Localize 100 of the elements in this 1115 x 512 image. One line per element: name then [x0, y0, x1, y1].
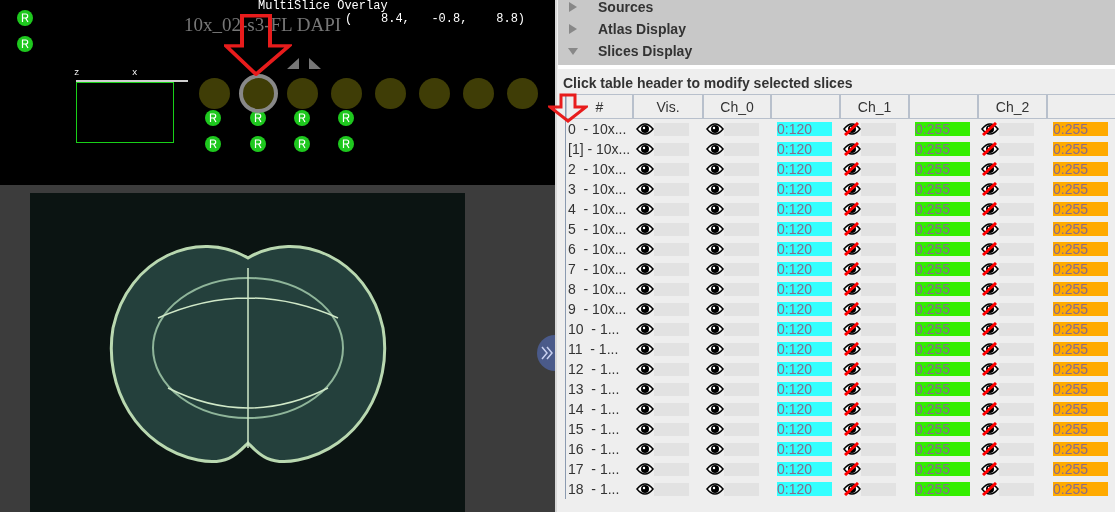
- slice-label[interactable]: 14 - 1...: [566, 399, 633, 419]
- eye-icon[interactable]: [706, 422, 724, 436]
- display-range[interactable]: 0:255: [915, 442, 970, 456]
- crossed-eye-icon[interactable]: [843, 242, 861, 256]
- display-range[interactable]: 0:255: [1053, 422, 1108, 436]
- eye-icon[interactable]: [706, 142, 724, 156]
- display-range[interactable]: 0:120: [777, 282, 832, 296]
- display-range[interactable]: 0:255: [915, 202, 970, 216]
- crossed-eye-icon[interactable]: [981, 342, 999, 356]
- slice-label[interactable]: 7 - 10x...: [566, 259, 633, 279]
- eye-icon[interactable]: [636, 362, 654, 376]
- crossed-eye-icon[interactable]: [981, 402, 999, 416]
- eye-icon[interactable]: [706, 322, 724, 336]
- slice-label[interactable]: 15 - 1...: [566, 419, 633, 439]
- display-range[interactable]: 0:120: [777, 482, 832, 496]
- eye-icon[interactable]: [706, 302, 724, 316]
- slice-label[interactable]: 17 - 1...: [566, 459, 633, 479]
- display-range[interactable]: 0:120: [777, 442, 832, 456]
- display-range[interactable]: 0:255: [915, 262, 970, 276]
- crossed-eye-icon[interactable]: [981, 302, 999, 316]
- eye-icon[interactable]: [636, 242, 654, 256]
- eye-icon[interactable]: [706, 262, 724, 276]
- crossed-eye-icon[interactable]: [843, 262, 861, 276]
- display-range[interactable]: 0:255: [915, 222, 970, 236]
- display-range[interactable]: 0:255: [915, 282, 970, 296]
- column-header[interactable]: Ch_1: [840, 94, 909, 119]
- crossed-eye-icon[interactable]: [843, 482, 861, 496]
- crossed-eye-icon[interactable]: [843, 362, 861, 376]
- crossed-eye-icon[interactable]: [981, 262, 999, 276]
- column-header[interactable]: Ch_0: [703, 94, 771, 119]
- crossed-eye-icon[interactable]: [843, 462, 861, 476]
- display-range[interactable]: 0:255: [915, 142, 970, 156]
- slice-label[interactable]: 3 - 10x...: [566, 179, 633, 199]
- eye-icon[interactable]: [636, 382, 654, 396]
- crossed-eye-icon[interactable]: [981, 282, 999, 296]
- eye-icon[interactable]: [636, 162, 654, 176]
- eye-icon[interactable]: [706, 382, 724, 396]
- slice-label[interactable]: 13 - 1...: [566, 379, 633, 399]
- eye-icon[interactable]: [706, 202, 724, 216]
- crossed-eye-icon[interactable]: [981, 482, 999, 496]
- eye-icon[interactable]: [706, 482, 724, 496]
- display-range[interactable]: 0:255: [1053, 182, 1108, 196]
- slice-label[interactable]: 8 - 10x...: [566, 279, 633, 299]
- crossed-eye-icon[interactable]: [981, 382, 999, 396]
- display-range[interactable]: 0:255: [1053, 122, 1108, 136]
- crossed-eye-icon[interactable]: [843, 122, 861, 136]
- slice-label[interactable]: 9 - 10x...: [566, 299, 633, 319]
- crossed-eye-icon[interactable]: [981, 442, 999, 456]
- crossed-eye-icon[interactable]: [843, 402, 861, 416]
- r-circle-icon[interactable]: [294, 136, 310, 152]
- display-range[interactable]: 0:120: [777, 402, 832, 416]
- eye-icon[interactable]: [706, 162, 724, 176]
- eye-icon[interactable]: [706, 182, 724, 196]
- display-range[interactable]: 0:255: [1053, 262, 1108, 276]
- slice-label[interactable]: 2 - 10x...: [566, 159, 633, 179]
- eye-icon[interactable]: [706, 362, 724, 376]
- display-range[interactable]: 0:120: [777, 182, 832, 196]
- display-range[interactable]: 0:120: [777, 342, 832, 356]
- r-circle-icon[interactable]: [338, 110, 354, 126]
- eye-icon[interactable]: [636, 262, 654, 276]
- eye-icon[interactable]: [636, 442, 654, 456]
- crossed-eye-icon[interactable]: [981, 122, 999, 136]
- eye-icon[interactable]: [636, 282, 654, 296]
- eye-icon[interactable]: [636, 402, 654, 416]
- r-circle-icon[interactable]: [205, 136, 221, 152]
- crossed-eye-icon[interactable]: [843, 442, 861, 456]
- display-range[interactable]: 0:120: [777, 322, 832, 336]
- eye-icon[interactable]: [706, 402, 724, 416]
- navigation-arrows-icon[interactable]: [287, 55, 321, 69]
- eye-icon[interactable]: [706, 342, 724, 356]
- eye-icon[interactable]: [636, 202, 654, 216]
- crossed-eye-icon[interactable]: [981, 162, 999, 176]
- display-range[interactable]: 0:255: [1053, 282, 1108, 296]
- r-circle-icon[interactable]: [338, 136, 354, 152]
- crossed-eye-icon[interactable]: [843, 342, 861, 356]
- display-range[interactable]: 0:120: [777, 422, 832, 436]
- crossed-eye-icon[interactable]: [981, 202, 999, 216]
- eye-icon[interactable]: [636, 322, 654, 336]
- display-range[interactable]: 0:255: [1053, 482, 1108, 496]
- slice-label[interactable]: 0 - 10x...: [566, 119, 633, 139]
- crossed-eye-icon[interactable]: [843, 322, 861, 336]
- display-range[interactable]: 0:120: [777, 262, 832, 276]
- display-range[interactable]: 0:255: [915, 162, 970, 176]
- slice-circle[interactable]: [239, 74, 278, 113]
- crossed-eye-icon[interactable]: [981, 322, 999, 336]
- display-range[interactable]: 0:255: [915, 182, 970, 196]
- crossed-eye-icon[interactable]: [843, 302, 861, 316]
- display-range[interactable]: 0:120: [777, 122, 832, 136]
- display-range[interactable]: 0:255: [1053, 242, 1108, 256]
- eye-icon[interactable]: [636, 482, 654, 496]
- column-header[interactable]: Ch_2: [978, 94, 1047, 119]
- eye-icon[interactable]: [636, 122, 654, 136]
- crossed-eye-icon[interactable]: [843, 222, 861, 236]
- display-range[interactable]: 0:120: [777, 242, 832, 256]
- section-header[interactable]: Atlas Display: [558, 16, 1115, 41]
- display-range[interactable]: 0:255: [1053, 402, 1108, 416]
- eye-icon[interactable]: [636, 422, 654, 436]
- slice-label[interactable]: 5 - 10x...: [566, 219, 633, 239]
- crossed-eye-icon[interactable]: [843, 162, 861, 176]
- display-range[interactable]: 0:255: [915, 482, 970, 496]
